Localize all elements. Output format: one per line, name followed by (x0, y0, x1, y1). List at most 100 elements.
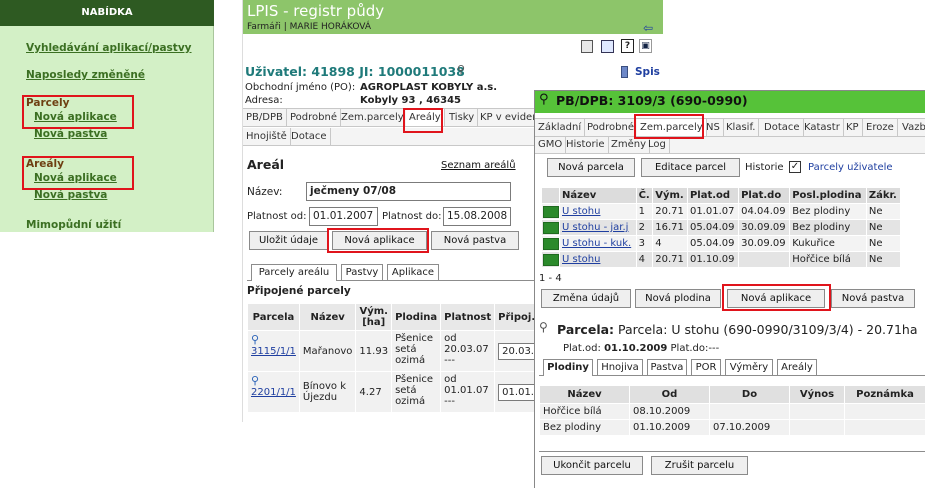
user-parcels-link[interactable]: Parcely uživatele (808, 162, 893, 173)
tab-gmo[interactable]: GMO (535, 137, 567, 153)
title-magnifier-icon[interactable]: ⚲ (539, 92, 549, 107)
valid-from-input[interactable]: 01.01.2007 (309, 207, 378, 226)
col-plat-do[interactable]: Plat.do (738, 187, 791, 204)
parcel-link[interactable]: 3115/1/1 (251, 346, 296, 357)
tab-dotace[interactable]: Dotace (761, 119, 804, 136)
table-row[interactable]: U stohu 1 20.71 01.01.07 04.04.09 Bez pl… (541, 203, 902, 220)
company-value: AGROPLAST KOBYLY a.s. (360, 82, 498, 93)
col-posl-plodina[interactable]: Posl.plodina (789, 187, 867, 204)
table-row[interactable]: U stohu 4 20.71 01.10.09 Hořčice bílá Ne (541, 251, 902, 268)
menu-header: NABÍDKA (0, 0, 214, 26)
new-parcel-button[interactable]: Nová parcela (547, 158, 635, 177)
menu-link-arealy-new-pasture[interactable]: Nová pastva (34, 189, 107, 201)
tab-log[interactable]: Log (645, 137, 670, 153)
cancel-parcel-button[interactable]: Zrušit parcelu (651, 456, 748, 475)
col-zakr[interactable]: Zákr. (865, 187, 902, 204)
tab-hnojiste[interactable]: Hnojiště (243, 128, 291, 145)
cell-plodina: Bez plodiny (789, 219, 867, 236)
tab-zmeny[interactable]: Změny (608, 137, 650, 153)
tab-zem-parcely[interactable]: Zem.parcely (338, 109, 408, 126)
new-crop-button[interactable]: Nová plodina (635, 289, 721, 308)
crops-table: Název Od Do Výnos Poznámka Hořčice bílá … (539, 385, 925, 436)
parcel-link[interactable]: U stohu (562, 254, 600, 265)
change-data-button[interactable]: Změna údajů (541, 289, 631, 308)
tab-zakladni[interactable]: Základní (535, 119, 586, 136)
plat-do-value: --- (708, 343, 720, 354)
camera-icon[interactable]: ▣ (639, 39, 652, 53)
tab-podrobne[interactable]: Podrobné (584, 119, 638, 136)
cell-cislo: 2 (635, 219, 654, 236)
subtab-vymery[interactable]: Výměry (725, 359, 773, 375)
cell-poznamka (844, 419, 925, 436)
new-pasture-button[interactable]: Nová pastva (831, 289, 915, 308)
col-vymera[interactable]: Vým. (652, 187, 688, 204)
tab-katastr[interactable]: Katastr (801, 119, 844, 136)
subtab-por[interactable]: POR (691, 359, 721, 375)
save-button[interactable]: Uložit údaje (249, 231, 328, 250)
parcel-link[interactable]: U stohu (562, 206, 600, 217)
parcel-link[interactable]: 2201/1/1 (251, 387, 296, 398)
cell-nazev: Hořčice bílá (539, 403, 630, 420)
right-tab-bar: Základní Podrobné Zem.parcely NS Klasif.… (535, 118, 925, 137)
end-parcel-button[interactable]: Ukončit parcelu (541, 456, 643, 475)
cell-platnost-do: --- (444, 396, 455, 407)
table-row[interactable]: Hořčice bílá 08.10.2009 (539, 403, 925, 420)
cell-od: 08.10.2009 (629, 403, 710, 420)
form-icon[interactable] (601, 40, 614, 53)
menu-link-search[interactable]: Vyhledávání aplikací/pastvy (26, 42, 192, 54)
tab-vazby[interactable]: Vazby (899, 119, 925, 136)
col-vymera: Vým. [ha] (355, 303, 393, 331)
subtab-pastva[interactable]: Pastva (647, 359, 687, 375)
tab-eroze[interactable]: Eroze (863, 119, 898, 136)
table-row[interactable]: Bez plodiny 01.10.2009 07.10.2009 (539, 419, 925, 436)
range-text: 1 - 4 (539, 273, 562, 284)
tab-tisky[interactable]: Tisky (446, 109, 479, 126)
history-checkbox[interactable]: ✓ (789, 161, 801, 173)
search-magnifier-icon[interactable]: ⚲ (457, 63, 465, 76)
tab-historie[interactable]: Historie (563, 137, 609, 153)
tab-pb-dpb[interactable]: PB/DPB (243, 109, 287, 126)
col-plat-od[interactable]: Plat.od (686, 187, 740, 204)
edit-parcels-button[interactable]: Editace parcel (641, 158, 740, 177)
document-list-icon[interactable] (581, 40, 593, 53)
name-input[interactable]: ječmeny 07/08 (306, 182, 511, 201)
back-arrow-icon[interactable]: ⇦ (643, 21, 653, 35)
magnifier-icon[interactable]: ⚲ (251, 333, 296, 346)
tab-ns[interactable]: NS (703, 119, 724, 136)
tab-podrobne[interactable]: Podrobné (287, 109, 341, 126)
subtab-pastvy[interactable]: Pastvy (341, 264, 383, 280)
spis-link[interactable]: Spis (635, 66, 660, 78)
parcel-magnifier-icon[interactable]: ⚲ (539, 320, 548, 334)
subtab-arealy[interactable]: Areály (777, 359, 817, 375)
col-nazev[interactable]: Název (559, 187, 637, 204)
parcel-link[interactable]: U stohu - kuk. (562, 238, 631, 249)
new-pasture-button[interactable]: Nová pastva (431, 231, 519, 250)
window-title: PB/DPB: 3109/3 (690-0990) (556, 93, 748, 108)
menu-link-recent[interactable]: Naposledy změněné (26, 69, 145, 81)
menu-link-parcely-new-pasture[interactable]: Nová pastva (34, 128, 107, 140)
cell-nazev: Bínovo k Újezdu (298, 371, 357, 413)
joined-parcels-title: Připojené parcely (247, 285, 351, 297)
subtab-parcely-arealu[interactable]: Parcely areálu (251, 264, 337, 281)
cell-vymera: 16.71 (652, 219, 688, 236)
spis-folder-icon[interactable] (621, 66, 628, 78)
cell-poznamka (844, 403, 925, 420)
col-cislo[interactable]: Č. (635, 187, 654, 204)
seznam-arealu-link[interactable]: Seznam areálů (441, 160, 516, 171)
valid-to-input[interactable]: 15.08.2008 (443, 207, 511, 226)
menu-section-extra[interactable]: Mimopůdní užití (26, 219, 121, 231)
section-title: Areál (247, 157, 285, 172)
cell-zakr: Ne (865, 219, 902, 236)
tab-kp[interactable]: KP (843, 119, 863, 136)
table-row[interactable]: U stohu - jar.j 2 16.71 05.04.09 30.09.0… (541, 219, 902, 236)
cell-vynos (789, 403, 845, 420)
subtab-aplikace[interactable]: Aplikace (387, 264, 439, 280)
subtab-plodiny[interactable]: Plodiny (543, 359, 593, 376)
parcel-link[interactable]: U stohu - jar.j (562, 222, 628, 233)
table-row[interactable]: U stohu - kuk. 3 4 05.04.09 30.09.09 Kuk… (541, 235, 902, 252)
subtab-hnojiva[interactable]: Hnojiva (597, 359, 643, 375)
magnifier-icon[interactable]: ⚲ (251, 374, 296, 387)
tab-klasif[interactable]: Klasif. (723, 119, 760, 136)
help-icon[interactable]: ? (621, 39, 634, 53)
tab-dotace[interactable]: Dotace (288, 128, 331, 145)
